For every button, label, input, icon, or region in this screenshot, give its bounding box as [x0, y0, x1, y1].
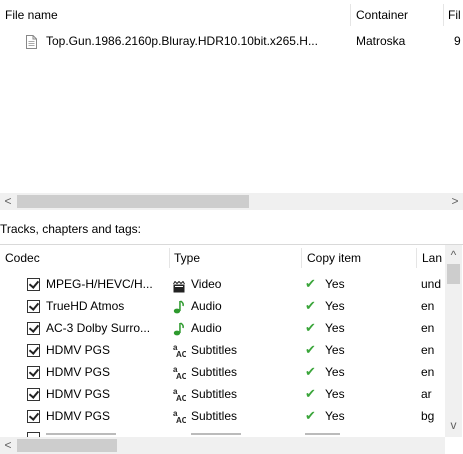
copy-check-icon: ✔ — [305, 342, 316, 357]
track-type: Subtitles — [191, 365, 238, 379]
column-header-container[interactable]: Container — [356, 0, 441, 30]
column-header-file[interactable]: Fil — [448, 0, 463, 30]
track-language: ar — [421, 387, 432, 401]
track-type: Video — [191, 277, 222, 291]
track-copy: Yes — [325, 409, 345, 423]
svg-text:AC: AC — [176, 416, 186, 424]
scroll-left-icon[interactable]: < — [0, 437, 16, 453]
track-type: Subtitles — [191, 409, 238, 423]
file-container: Matroska — [356, 34, 406, 48]
track-type: Subtitles — [191, 343, 238, 357]
track-codec: HDMV PGS — [46, 365, 111, 379]
tracks-section-label: Tracks, chapters and tags: — [0, 222, 141, 236]
column-divider[interactable] — [443, 4, 444, 26]
column-divider[interactable] — [350, 4, 351, 26]
track-codec: AC-3 Dolby Surro... — [46, 321, 151, 335]
track-language: und — [421, 277, 441, 291]
file-extra: 9 — [454, 34, 461, 48]
file-row[interactable]: Top.Gun.1986.2160p.Bluray.HDR10.10bit.x2… — [0, 30, 463, 52]
track-checkbox[interactable] — [27, 344, 40, 357]
track-language: en — [421, 299, 435, 313]
track-codec: HDMV PGS — [46, 409, 111, 423]
track-language: en — [421, 343, 435, 357]
subtitles-icon: a AC — [172, 364, 188, 381]
copy-check-icon: ✔ — [305, 408, 316, 423]
track-row-partial[interactable] — [0, 429, 440, 437]
subtitles-icon: a AC — [172, 408, 188, 425]
track-type: Audio — [191, 299, 222, 313]
clipped-text — [305, 433, 340, 435]
track-codec: MPEG-H/HEVC/H... — [46, 277, 153, 291]
track-type: Subtitles — [191, 387, 238, 401]
track-checkbox[interactable] — [27, 300, 40, 313]
track-copy: Yes — [325, 387, 345, 401]
column-header-type[interactable]: Type — [174, 245, 299, 271]
track-language: bg — [421, 409, 435, 423]
subtitles-icon: a AC — [172, 386, 188, 403]
video-icon — [173, 278, 185, 293]
track-checkbox[interactable] — [27, 278, 40, 291]
copy-check-icon: ✔ — [305, 276, 316, 291]
track-row[interactable]: TrueHD Atmos Audio ✔ Yes en — [0, 295, 440, 317]
track-checkbox[interactable] — [27, 388, 40, 401]
file-icon — [26, 34, 37, 49]
files-list[interactable]: File name Container Fil Top.Gun.1986.216… — [0, 0, 463, 215]
track-checkbox[interactable] — [27, 366, 40, 379]
svg-text:AC: AC — [176, 394, 186, 402]
column-divider[interactable] — [416, 248, 417, 268]
track-row[interactable]: HDMV PGS a AC Subtitles ✔ Yes ar — [0, 383, 440, 405]
track-row[interactable]: AC-3 Dolby Surro... Audio ✔ Yes en — [0, 317, 440, 339]
copy-check-icon: ✔ — [305, 386, 316, 401]
column-header-language[interactable]: Lan — [422, 245, 442, 271]
scrollbar-thumb[interactable] — [17, 195, 249, 208]
files-horizontal-scrollbar[interactable]: < > — [0, 193, 463, 210]
track-row[interactable]: HDMV PGS a AC Subtitles ✔ Yes en — [0, 339, 440, 361]
column-header-file-name[interactable]: File name — [5, 0, 345, 30]
track-type: Audio — [191, 321, 222, 335]
track-codec: HDMV PGS — [46, 343, 111, 357]
copy-check-icon: ✔ — [305, 364, 316, 379]
copy-check-icon: ✔ — [305, 298, 316, 313]
track-language: en — [421, 365, 435, 379]
subtitles-icon: a AC — [172, 342, 188, 359]
scroll-left-icon[interactable]: < — [0, 193, 16, 209]
copy-check-icon: ✔ — [305, 320, 316, 335]
column-header-codec[interactable]: Codec — [5, 245, 165, 271]
track-copy: Yes — [325, 299, 345, 313]
clipped-text — [191, 433, 241, 435]
track-copy: Yes — [325, 277, 345, 291]
track-row[interactable]: MPEG-H/HEVC/H... Video ✔ Yes und — [0, 273, 441, 295]
track-row[interactable]: HDMV PGS a AC Subtitles ✔ Yes bg — [0, 405, 440, 427]
tracks-vertical-scrollbar[interactable]: ^ v — [445, 245, 462, 437]
track-checkbox[interactable] — [27, 410, 40, 423]
scrollbar-thumb[interactable] — [447, 264, 460, 284]
svg-text:AC: AC — [176, 372, 186, 380]
track-language: en — [421, 321, 435, 335]
track-row[interactable]: HDMV PGS a AC Subtitles ✔ Yes en — [0, 361, 440, 383]
clipped-text — [46, 433, 116, 435]
column-divider[interactable] — [301, 248, 302, 268]
file-name: Top.Gun.1986.2160p.Bluray.HDR10.10bit.x2… — [46, 34, 318, 48]
track-copy: Yes — [325, 365, 345, 379]
scroll-down-icon[interactable]: v — [445, 417, 462, 433]
tracks-horizontal-scrollbar[interactable]: < — [0, 437, 445, 454]
scroll-up-icon[interactable]: ^ — [445, 247, 462, 263]
track-copy: Yes — [325, 321, 345, 335]
scrollbar-thumb[interactable] — [17, 439, 117, 452]
scroll-right-icon[interactable]: > — [447, 193, 463, 209]
track-checkbox[interactable] — [27, 322, 40, 335]
tracks-list[interactable]: Codec Type Copy item Lan MPEG-H/HEVC/H..… — [0, 244, 463, 454]
track-codec: HDMV PGS — [46, 387, 111, 401]
track-copy: Yes — [325, 343, 345, 357]
svg-text:AC: AC — [176, 350, 186, 358]
column-header-copy-item[interactable]: Copy item — [307, 245, 412, 271]
column-divider[interactable] — [169, 248, 170, 268]
audio-icon — [173, 321, 185, 336]
track-codec: TrueHD Atmos — [46, 299, 125, 313]
audio-icon — [173, 299, 185, 314]
